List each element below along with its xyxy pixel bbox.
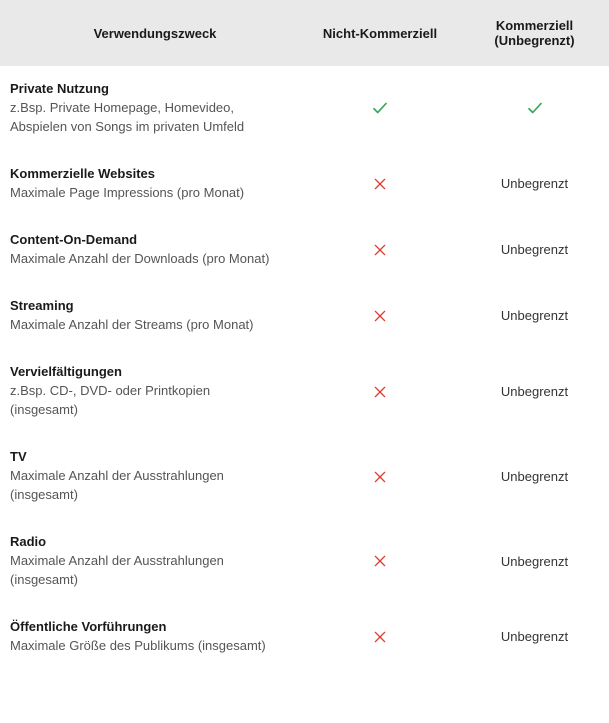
- cross-icon: [372, 384, 388, 400]
- purpose-cell: Kommerzielle WebsitesMaximale Page Impre…: [0, 165, 300, 203]
- purpose-title: TV: [10, 448, 280, 466]
- purpose-subtitle: Maximale Größe des Publikums (insgesamt): [10, 637, 280, 656]
- table-row: Content-On-DemandMaximale Anzahl der Dow…: [0, 217, 609, 283]
- cross-icon: [372, 242, 388, 258]
- cell-text: Unbegrenzt: [501, 469, 568, 484]
- purpose-title: Radio: [10, 533, 280, 551]
- purpose-title: Kommerzielle Websites: [10, 165, 280, 183]
- purpose-cell: Content-On-DemandMaximale Anzahl der Dow…: [0, 231, 300, 269]
- purpose-subtitle: Maximale Anzahl der Streams (pro Monat): [10, 316, 280, 335]
- table-row: RadioMaximale Anzahl der Ausstrahlungen …: [0, 519, 609, 604]
- purpose-subtitle: Maximale Anzahl der Ausstrahlungen (insg…: [10, 552, 280, 590]
- header-commercial-unlimited: Kommerziell (Unbegrenzt): [460, 0, 609, 66]
- commercial-cell: Unbegrenzt: [460, 469, 609, 484]
- commercial-cell: Unbegrenzt: [460, 554, 609, 569]
- cell-text: Unbegrenzt: [501, 242, 568, 257]
- non-commercial-cell: [300, 628, 460, 645]
- table-row: Vervielfältigungenz.Bsp. CD-, DVD- oder …: [0, 349, 609, 434]
- header-purpose: Verwendungszweck: [0, 8, 300, 59]
- purpose-title: Content-On-Demand: [10, 231, 280, 249]
- commercial-cell: [460, 99, 609, 117]
- non-commercial-cell: [300, 553, 460, 570]
- purpose-cell: StreamingMaximale Anzahl der Streams (pr…: [0, 297, 300, 335]
- purpose-title: Öffentliche Vorführungen: [10, 618, 280, 636]
- cross-icon: [372, 629, 388, 645]
- purpose-cell: TVMaximale Anzahl der Ausstrahlungen (in…: [0, 448, 300, 505]
- non-commercial-cell: [300, 383, 460, 400]
- check-icon: [371, 99, 389, 117]
- purpose-subtitle: Maximale Anzahl der Ausstrahlungen (insg…: [10, 467, 280, 505]
- cross-icon: [372, 553, 388, 569]
- commercial-cell: Unbegrenzt: [460, 384, 609, 399]
- non-commercial-cell: [300, 99, 460, 117]
- commercial-cell: Unbegrenzt: [460, 242, 609, 257]
- comparison-table: Verwendungszweck Nicht-Kommerziell Komme…: [0, 0, 609, 670]
- cross-icon: [372, 469, 388, 485]
- purpose-cell: Öffentliche VorführungenMaximale Größe d…: [0, 618, 300, 656]
- non-commercial-cell: [300, 308, 460, 325]
- table-row: Private Nutzungz.Bsp. Private Homepage, …: [0, 66, 609, 151]
- commercial-cell: Unbegrenzt: [460, 176, 609, 191]
- non-commercial-cell: [300, 176, 460, 193]
- cross-icon: [372, 176, 388, 192]
- table-row: Kommerzielle WebsitesMaximale Page Impre…: [0, 151, 609, 217]
- purpose-title: Streaming: [10, 297, 280, 315]
- cell-text: Unbegrenzt: [501, 384, 568, 399]
- table-row: StreamingMaximale Anzahl der Streams (pr…: [0, 283, 609, 349]
- purpose-subtitle: Maximale Anzahl der Downloads (pro Monat…: [10, 250, 280, 269]
- cell-text: Unbegrenzt: [501, 308, 568, 323]
- purpose-cell: RadioMaximale Anzahl der Ausstrahlungen …: [0, 533, 300, 590]
- purpose-subtitle: Maximale Page Impressions (pro Monat): [10, 184, 280, 203]
- purpose-subtitle: z.Bsp. Private Homepage, Homevideo, Absp…: [10, 99, 280, 137]
- purpose-cell: Private Nutzungz.Bsp. Private Homepage, …: [0, 80, 300, 137]
- purpose-subtitle: z.Bsp. CD-, DVD- oder Printkopien (insge…: [10, 382, 280, 420]
- purpose-title: Vervielfältigungen: [10, 363, 280, 381]
- cell-text: Unbegrenzt: [501, 629, 568, 644]
- table-row: TVMaximale Anzahl der Ausstrahlungen (in…: [0, 434, 609, 519]
- commercial-cell: Unbegrenzt: [460, 629, 609, 644]
- purpose-cell: Vervielfältigungenz.Bsp. CD-, DVD- oder …: [0, 363, 300, 420]
- header-non-commercial: Nicht-Kommerziell: [300, 8, 460, 59]
- cross-icon: [372, 308, 388, 324]
- cell-text: Unbegrenzt: [501, 176, 568, 191]
- non-commercial-cell: [300, 468, 460, 485]
- purpose-title: Private Nutzung: [10, 80, 280, 98]
- check-icon: [526, 99, 544, 117]
- non-commercial-cell: [300, 242, 460, 259]
- table-header-row: Verwendungszweck Nicht-Kommerziell Komme…: [0, 0, 609, 66]
- table-row: Öffentliche VorführungenMaximale Größe d…: [0, 604, 609, 670]
- commercial-cell: Unbegrenzt: [460, 308, 609, 323]
- cell-text: Unbegrenzt: [501, 554, 568, 569]
